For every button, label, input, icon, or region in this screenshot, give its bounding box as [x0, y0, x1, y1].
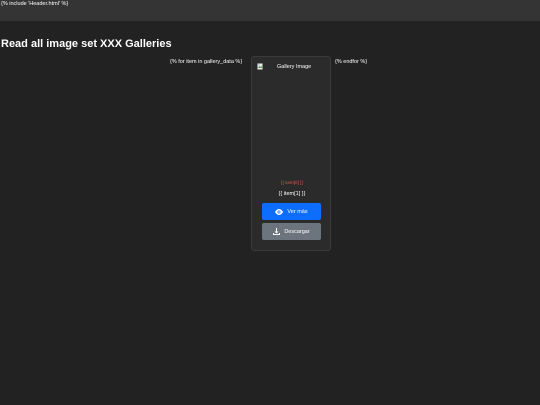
download-label: Descargar: [284, 228, 310, 235]
view-more-label: Ver más: [287, 208, 308, 215]
gallery-card: Gallery Image {{ item[0] }} {{ item[1] }…: [251, 56, 331, 251]
item-first-value: {{ item[0] }}: [280, 180, 304, 185]
item-second-value: {{ item[1] }}: [278, 191, 306, 197]
broken-image-icon: [257, 63, 263, 70]
endfor-text: {% endfor %}: [335, 59, 368, 65]
for-loop-text: {% for item in gallery_data %}: [170, 59, 243, 65]
gallery-image: Gallery Image: [257, 63, 327, 173]
header-include-text: {% include 'Header.html' %}: [1, 1, 69, 7]
page-title: Read all image set XXX Galleries: [1, 38, 172, 50]
gallery-image-alt-text: Gallery Image: [277, 64, 312, 70]
download-icon: [273, 228, 281, 235]
view-more-button[interactable]: Ver más: [262, 203, 321, 220]
top-header-bar: {% include 'Header.html' %}: [0, 0, 540, 21]
eye-icon: [275, 208, 284, 215]
download-button[interactable]: Descargar: [262, 223, 321, 240]
